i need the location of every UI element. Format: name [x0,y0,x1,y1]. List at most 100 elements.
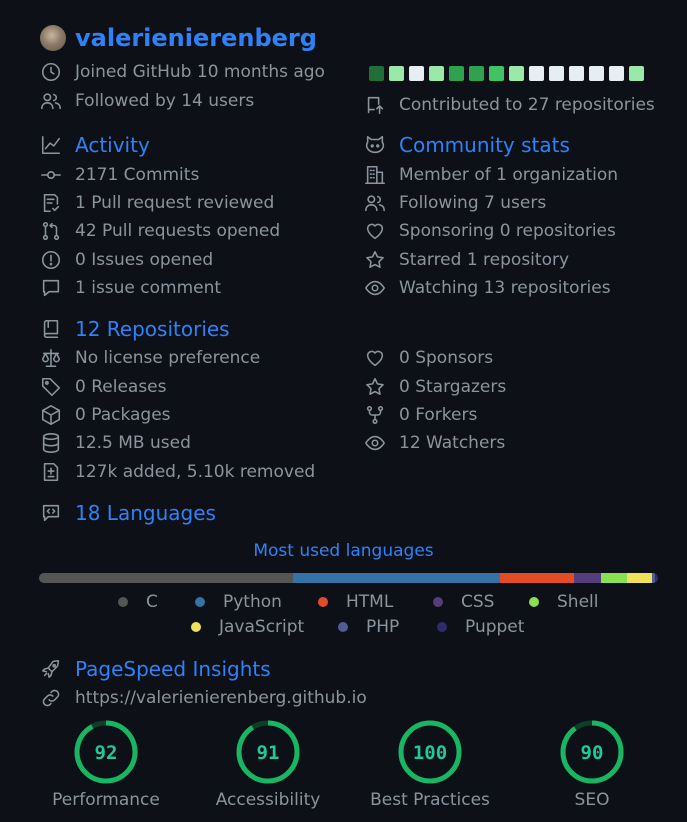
octoface-icon [364,134,386,156]
followed-text: Followed by 14 users [75,91,255,111]
username[interactable]: valerienierenberg [75,24,317,52]
law-icon [40,347,62,369]
language-bar-segment [39,573,293,583]
repo-stat-text: 0 Releases [75,377,167,397]
community-item-text: Sponsoring 0 repositories [399,221,616,241]
gauge-score: 91 [257,742,280,764]
community-item-text: Member of 1 organization [399,165,619,185]
gauge-ring: 90 [560,720,624,784]
legend-color-dot [433,597,443,607]
contributed-text: Contributed to 27 repositories [399,95,655,115]
repo-push-icon [364,94,386,116]
eye-icon [364,432,386,454]
pull-request-icon [40,220,62,242]
legend-color-dot [118,597,128,607]
gauge-ring: 91 [236,720,300,784]
language-bar-segment [627,573,652,583]
pagespeed-gauge: 91 Accessibility [193,718,343,810]
pagespeed-gauge: 100 Best Practices [355,718,505,810]
calendar-day [529,66,544,81]
gauge-label: Accessibility [215,790,321,810]
repo-icon [40,318,62,340]
graph-icon [40,134,62,156]
legend-color-dot [338,622,348,632]
activity-item-text: 42 Pull requests opened [75,221,281,241]
activity-title: Activity [75,133,150,157]
calendar-day [589,66,604,81]
legend-label: Puppet [465,617,525,637]
calendar-day [369,66,384,81]
gauge-ring: 92 [74,720,138,784]
pagespeed-title: PageSpeed Insights [75,657,271,681]
issue-icon [40,249,62,271]
gauge-label: Performance [52,790,160,810]
commit-icon [40,164,62,186]
avatar[interactable] [40,25,66,51]
tag-icon [40,376,62,398]
repo-stat-text: 0 Stargazers [399,377,507,397]
legend-color-dot [437,622,447,632]
organization-icon [364,164,386,186]
legend-label: CSS [461,592,495,612]
most-used-languages-title: Most used languages [253,541,434,561]
clock-icon [40,61,62,83]
repo-stat-text: 0 Sponsors [399,348,494,368]
repo-stat-text: 12.5 MB used [75,433,191,453]
community-item-text: Watching 13 repositories [399,278,611,298]
heart-icon [364,347,386,369]
calendar-day [509,66,524,81]
legend-label: C [146,592,158,612]
gauge-score: 90 [581,742,604,764]
gauge-score: 100 [413,742,447,764]
pr-reviewed-icon [40,192,62,214]
people-icon [364,192,386,214]
legend-label: PHP [366,617,400,637]
gauge-label: Best Practices [370,790,490,810]
calendar-day [469,66,484,81]
activity-item-text: 2171 Commits [75,165,200,185]
legend-color-dot [195,597,205,607]
language-bar-segment [655,573,658,583]
people-icon [40,90,62,112]
calendar-day [429,66,444,81]
repo-stat-text: 127k added, 5.10k removed [75,462,316,482]
pagespeed-gauge: 92 Performance [31,718,181,810]
link-icon [40,687,62,709]
gauge-score: 92 [95,742,118,764]
pagespeed-url[interactable]: https://valerienierenberg.github.io [75,685,367,711]
legend-color-dot [529,597,539,607]
calendar-day [549,66,564,81]
legend-label: Shell [557,592,599,612]
fork-icon [364,404,386,426]
database-icon [40,432,62,454]
package-icon [40,404,62,426]
code-square-icon [40,502,62,524]
joined-text: Joined GitHub 10 months ago [75,62,325,82]
language-bar-segment [574,573,602,583]
eye-icon [364,277,386,299]
activity-item-text: 1 issue comment [75,278,222,298]
repositories-title: 12 Repositories [75,317,230,341]
calendar-day [489,66,504,81]
community-item-text: Following 7 users [399,193,547,213]
star-icon [364,376,386,398]
community-title: Community stats [399,133,570,157]
diff-icon [40,461,62,483]
legend-color-dot [318,597,328,607]
repo-stat-text: 12 Watchers [399,433,506,453]
repo-stat-text: No license preference [75,348,261,368]
legend-color-dot [191,622,201,632]
gauge-label: SEO [574,790,610,810]
calendar-day [409,66,424,81]
pagespeed-gauge: 90 SEO [517,718,667,810]
repo-stat-text: 0 Forkers [399,405,478,425]
legend-label: Python [223,592,282,612]
star-icon [364,249,386,271]
community-item-text: Starred 1 repository [399,250,570,270]
calendar-day [569,66,584,81]
gauge-ring: 100 [398,720,462,784]
rocket-icon [40,658,62,680]
activity-item-text: 0 Issues opened [75,250,214,270]
heart-icon [364,220,386,242]
calendar-day [389,66,404,81]
